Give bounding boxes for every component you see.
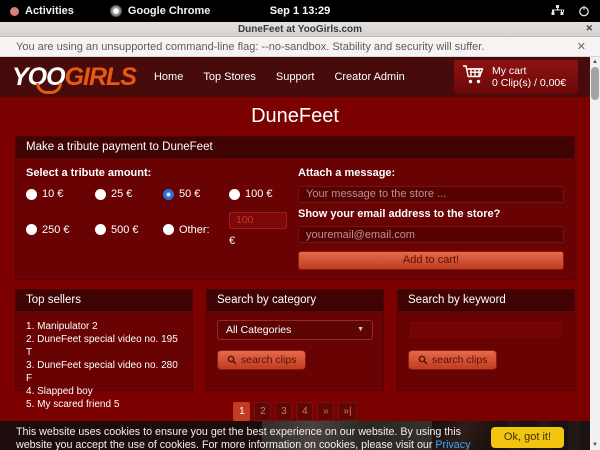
radio-icon	[95, 224, 106, 235]
window-close-icon[interactable]: ✕	[585, 23, 593, 34]
page-button-last[interactable]: »|	[338, 402, 356, 421]
radio-icon	[163, 224, 174, 235]
keyword-input[interactable]	[408, 320, 564, 340]
radio-icon	[229, 189, 240, 200]
activities-indicator-icon	[10, 7, 19, 16]
amount-radio-250[interactable]: 250 €	[26, 213, 95, 247]
warning-text: You are using an unsupported command-lin…	[16, 41, 484, 53]
my-cart-button[interactable]: My cart 0 Clip(s) / 0,00€	[454, 60, 578, 94]
focused-app-menu[interactable]: Google Chrome	[110, 5, 211, 17]
web-page: YOOGIRLS Home Top Stores Support Creator…	[0, 57, 590, 450]
browser-viewport: YOOGIRLS Home Top Stores Support Creator…	[0, 57, 600, 450]
power-icon[interactable]	[578, 5, 590, 17]
search-icon	[227, 355, 237, 365]
amount-label: Select a tribute amount:	[26, 167, 298, 179]
warning-close-icon[interactable]: ✕	[577, 40, 586, 53]
top-seller-item[interactable]: Manipulator 2	[26, 320, 182, 333]
scrollbar-thumb[interactable]	[591, 67, 599, 100]
page-footer: This website uses cookies to ensure you …	[0, 421, 590, 450]
top-sellers-title: Top sellers	[16, 290, 192, 311]
page-button-next[interactable]: »	[317, 402, 334, 421]
search-keyword-title: Search by keyword	[398, 290, 574, 311]
message-input[interactable]	[298, 186, 564, 203]
bottom-panels: Top sellers Manipulator 2 DuneFeet speci…	[15, 289, 575, 391]
search-clips-keyword-button[interactable]: search clips	[408, 350, 497, 370]
page-button-2[interactable]: 2	[254, 402, 271, 421]
focused-app-name: Google Chrome	[128, 5, 211, 17]
search-category-title: Search by category	[207, 290, 383, 311]
search-icon	[418, 355, 428, 365]
main-nav: Home Top Stores Support Creator Admin	[154, 71, 405, 83]
cookie-accept-button[interactable]: Ok, got it!	[491, 427, 564, 448]
site-logo[interactable]: YOOGIRLS	[12, 65, 136, 90]
window-title-bar: DuneFeet at YooGirls.com ✕	[0, 22, 600, 37]
category-selected-value: All Categories	[226, 324, 291, 336]
clock[interactable]: Sep 1 13:29	[270, 5, 331, 17]
activities-button[interactable]: Activities	[25, 5, 74, 17]
cart-icon	[462, 64, 485, 90]
site-header: YOOGIRLS Home Top Stores Support Creator…	[0, 57, 590, 97]
top-seller-item[interactable]: DuneFeet special video no. 280 F	[26, 359, 182, 385]
logo-smile-icon	[36, 83, 62, 94]
amount-radio-50[interactable]: 50 €	[163, 188, 229, 200]
amount-radio-10[interactable]: 10 €	[26, 188, 95, 200]
currency-suffix: €	[229, 235, 298, 247]
add-to-cart-button[interactable]: Add to cart!	[298, 251, 564, 270]
tribute-panel: Make a tribute payment to DuneFeet Selec…	[15, 136, 575, 280]
chrome-warning-bar: You are using an unsupported command-lin…	[0, 37, 600, 57]
top-seller-item[interactable]: DuneFeet special video no. 195 T	[26, 333, 182, 359]
radio-checked-icon	[163, 189, 174, 200]
page-title: DuneFeet	[0, 105, 590, 128]
nav-top-stores[interactable]: Top Stores	[203, 71, 256, 83]
search-clips-category-button[interactable]: search clips	[217, 350, 306, 370]
cart-label: My cart	[492, 65, 566, 77]
chevron-down-icon: ▼	[357, 326, 364, 333]
amount-options: 10 € 25 € 50 € 100 € 250 € 500 € Other: …	[26, 188, 298, 247]
email-label: Show your email address to the store?	[298, 208, 564, 220]
top-seller-item[interactable]: Slapped boy	[26, 385, 182, 398]
radio-icon	[26, 189, 37, 200]
amount-radio-100[interactable]: 100 €	[229, 188, 298, 200]
nav-home[interactable]: Home	[154, 71, 183, 83]
cookie-consent-text: This website uses cookies to ensure you …	[16, 426, 494, 450]
browser-scrollbar[interactable]: ▲ ▼	[590, 57, 600, 450]
nav-support[interactable]: Support	[276, 71, 315, 83]
search-keyword-panel: Search by keyword search clips	[397, 289, 575, 391]
search-category-panel: Search by category All Categories ▼ sear…	[206, 289, 384, 391]
radio-icon	[95, 189, 106, 200]
scrollbar-up-icon[interactable]: ▲	[590, 57, 600, 67]
page-content: DuneFeet Make a tribute payment to DuneF…	[0, 97, 590, 421]
page-button-4[interactable]: 4	[296, 402, 313, 421]
category-select[interactable]: All Categories ▼	[217, 320, 373, 340]
window-title: DuneFeet at YooGirls.com	[238, 24, 362, 35]
scrollbar-down-icon[interactable]: ▼	[590, 440, 600, 450]
tribute-panel-title: Make a tribute payment to DuneFeet	[16, 137, 574, 158]
gnome-top-bar: Activities Google Chrome Sep 1 13:29	[0, 0, 600, 22]
page-button-3[interactable]: 3	[275, 402, 292, 421]
chrome-icon	[110, 5, 122, 17]
top-sellers-panel: Top sellers Manipulator 2 DuneFeet speci…	[15, 289, 193, 391]
logo-part-2: GIRLS	[65, 63, 136, 91]
message-label: Attach a message:	[298, 167, 564, 179]
other-amount-input[interactable]	[229, 212, 287, 229]
radio-icon	[26, 224, 37, 235]
cart-count: 0 Clip(s) / 0,00€	[492, 77, 566, 89]
top-sellers-list: Manipulator 2 DuneFeet special video no.…	[26, 320, 182, 411]
amount-radio-other[interactable]: Other:	[163, 213, 229, 247]
top-seller-item[interactable]: My scared friend 5	[26, 398, 182, 411]
network-icon[interactable]	[551, 5, 564, 17]
email-input[interactable]	[298, 226, 564, 243]
page-button-1[interactable]: 1	[233, 402, 250, 421]
amount-radio-500[interactable]: 500 €	[95, 213, 163, 247]
amount-radio-25[interactable]: 25 €	[95, 188, 163, 200]
nav-creator-admin[interactable]: Creator Admin	[334, 71, 404, 83]
